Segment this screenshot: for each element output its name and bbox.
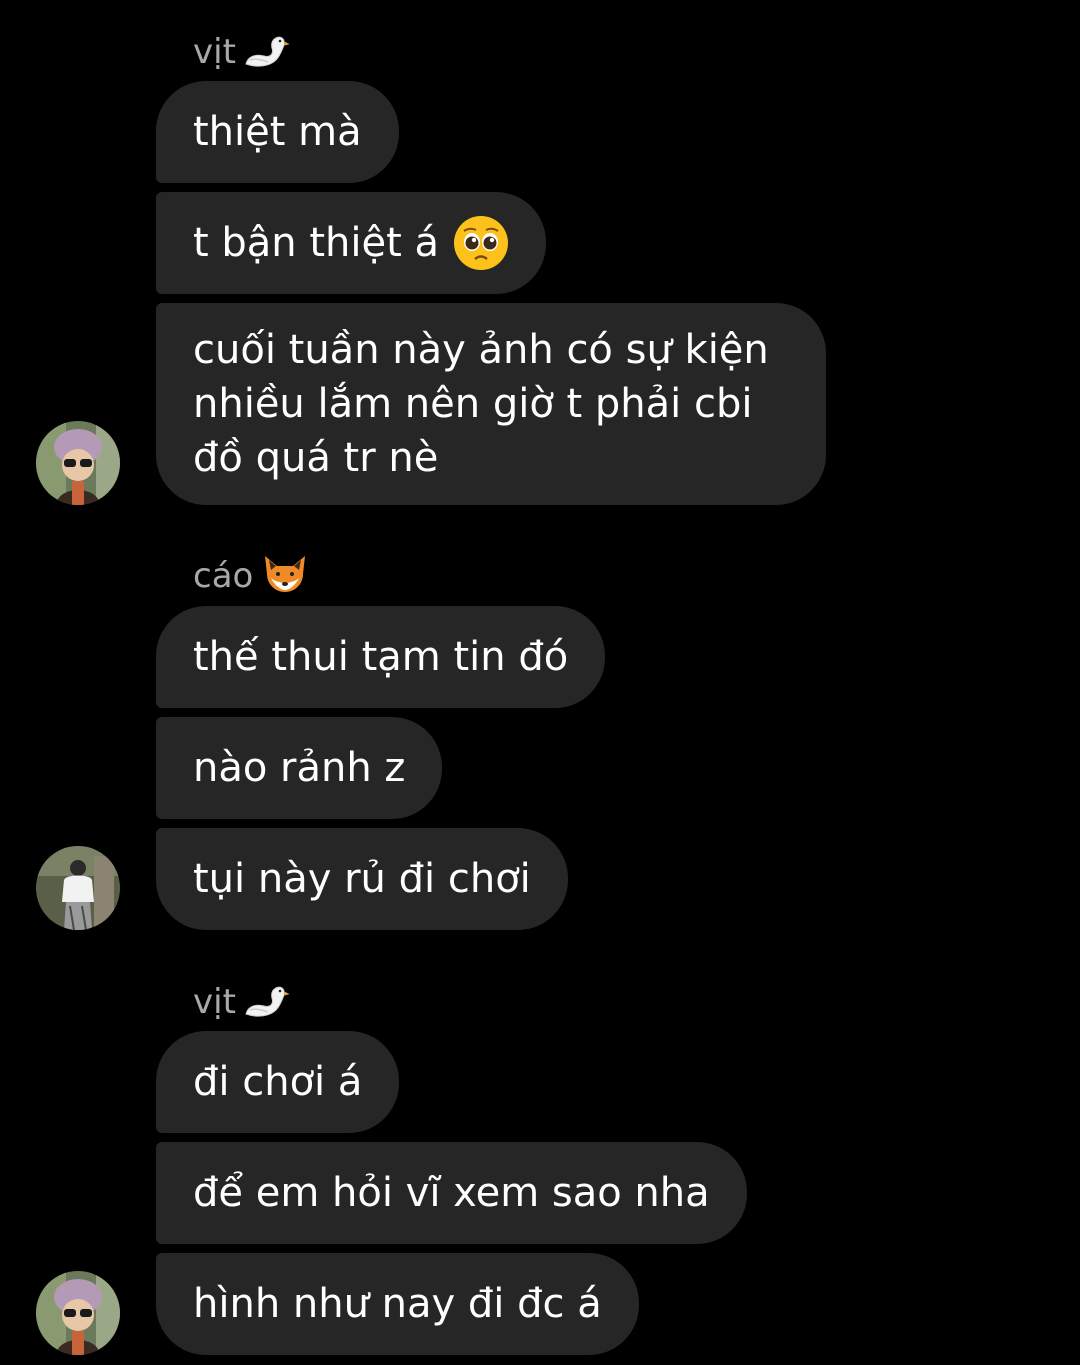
sender-label-vit-2: vịt xyxy=(193,980,294,1024)
message-text: hình như nay đi đc á xyxy=(193,1281,602,1327)
message-bubble[interactable]: nào rảnh z xyxy=(156,717,443,819)
message-bubble[interactable]: tụi này rủ đi chơi xyxy=(156,828,568,930)
message-text: đi chơi á xyxy=(193,1059,363,1105)
fox-icon xyxy=(259,556,311,594)
pleading-face-icon xyxy=(453,215,509,271)
sender-name: vịt xyxy=(193,32,236,72)
avatar[interactable] xyxy=(36,846,120,930)
message-bubble[interactable]: t bận thiệt á xyxy=(156,192,547,294)
swan-icon xyxy=(242,984,294,1020)
swan-icon xyxy=(242,34,294,70)
message-text: thế thui tạm tin đó xyxy=(193,634,569,680)
message-text: nào rảnh z xyxy=(193,745,406,791)
sender-label-vit-1: vịt xyxy=(193,30,294,74)
message-text: cuối tuần này ảnh có sự kiện nhiều lắm n… xyxy=(193,327,769,481)
message-text: tụi này rủ đi chơi xyxy=(193,856,531,902)
message-text: t bận thiệt á xyxy=(193,220,440,266)
message-bubble[interactable]: thiệt mà xyxy=(156,81,399,183)
message-bubble[interactable]: để em hỏi vĩ xem sao nha xyxy=(156,1142,747,1244)
message-bubble[interactable]: hình như nay đi đc á xyxy=(156,1253,639,1355)
sender-name: cáo xyxy=(193,556,254,596)
sender-label-cao: cáo xyxy=(193,554,311,598)
message-bubble[interactable]: cuối tuần này ảnh có sự kiện nhiều lắm n… xyxy=(156,303,826,505)
message-text: để em hỏi vĩ xem sao nha xyxy=(193,1170,710,1216)
avatar[interactable] xyxy=(36,421,120,505)
avatar[interactable] xyxy=(36,1271,120,1355)
message-text: thiệt mà xyxy=(193,109,362,155)
message-bubble[interactable]: thế thui tạm tin đó xyxy=(156,606,606,708)
sender-name: vịt xyxy=(193,982,236,1022)
message-bubble[interactable]: đi chơi á xyxy=(156,1031,400,1133)
